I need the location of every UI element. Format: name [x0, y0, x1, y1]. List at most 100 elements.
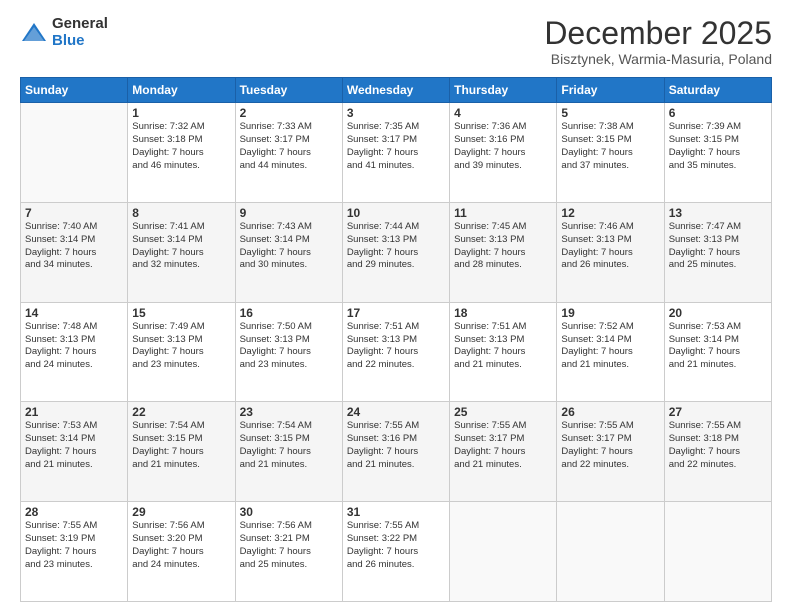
day-info: Sunrise: 7:36 AMSunset: 3:16 PMDaylight:…	[454, 121, 552, 172]
day-number: 14	[25, 306, 123, 320]
calendar-cell: 21Sunrise: 7:53 AMSunset: 3:14 PMDayligh…	[21, 402, 128, 502]
calendar-cell: 15Sunrise: 7:49 AMSunset: 3:13 PMDayligh…	[128, 302, 235, 402]
day-number: 18	[454, 306, 552, 320]
week-row: 7Sunrise: 7:40 AMSunset: 3:14 PMDaylight…	[21, 202, 772, 302]
calendar-cell: 7Sunrise: 7:40 AMSunset: 3:14 PMDaylight…	[21, 202, 128, 302]
day-number: 22	[132, 405, 230, 419]
day-info: Sunrise: 7:41 AMSunset: 3:14 PMDaylight:…	[132, 221, 230, 272]
calendar-cell: 11Sunrise: 7:45 AMSunset: 3:13 PMDayligh…	[450, 202, 557, 302]
calendar-cell: 9Sunrise: 7:43 AMSunset: 3:14 PMDaylight…	[235, 202, 342, 302]
calendar-cell: 6Sunrise: 7:39 AMSunset: 3:15 PMDaylight…	[664, 103, 771, 203]
header-cell-wednesday: Wednesday	[342, 78, 449, 103]
day-number: 25	[454, 405, 552, 419]
header-cell-saturday: Saturday	[664, 78, 771, 103]
day-info: Sunrise: 7:53 AMSunset: 3:14 PMDaylight:…	[25, 420, 123, 471]
day-number: 17	[347, 306, 445, 320]
day-info: Sunrise: 7:39 AMSunset: 3:15 PMDaylight:…	[669, 121, 767, 172]
calendar-cell: 23Sunrise: 7:54 AMSunset: 3:15 PMDayligh…	[235, 402, 342, 502]
day-number: 21	[25, 405, 123, 419]
day-info: Sunrise: 7:56 AMSunset: 3:21 PMDaylight:…	[240, 520, 338, 571]
calendar-cell: 19Sunrise: 7:52 AMSunset: 3:14 PMDayligh…	[557, 302, 664, 402]
day-info: Sunrise: 7:35 AMSunset: 3:17 PMDaylight:…	[347, 121, 445, 172]
calendar-cell: 3Sunrise: 7:35 AMSunset: 3:17 PMDaylight…	[342, 103, 449, 203]
day-info: Sunrise: 7:43 AMSunset: 3:14 PMDaylight:…	[240, 221, 338, 272]
subtitle: Bisztynek, Warmia-Masuria, Poland	[544, 51, 772, 67]
day-info: Sunrise: 7:33 AMSunset: 3:17 PMDaylight:…	[240, 121, 338, 172]
day-info: Sunrise: 7:55 AMSunset: 3:17 PMDaylight:…	[454, 420, 552, 471]
calendar-cell: 25Sunrise: 7:55 AMSunset: 3:17 PMDayligh…	[450, 402, 557, 502]
day-info: Sunrise: 7:45 AMSunset: 3:13 PMDaylight:…	[454, 221, 552, 272]
day-number: 11	[454, 206, 552, 220]
logo: General Blue	[20, 16, 108, 49]
day-info: Sunrise: 7:55 AMSunset: 3:18 PMDaylight:…	[669, 420, 767, 471]
calendar-cell: 1Sunrise: 7:32 AMSunset: 3:18 PMDaylight…	[128, 103, 235, 203]
day-info: Sunrise: 7:54 AMSunset: 3:15 PMDaylight:…	[240, 420, 338, 471]
calendar-cell: 13Sunrise: 7:47 AMSunset: 3:13 PMDayligh…	[664, 202, 771, 302]
title-block: December 2025 Bisztynek, Warmia-Masuria,…	[544, 16, 772, 67]
logo-general-text: General	[52, 16, 108, 33]
day-info: Sunrise: 7:55 AMSunset: 3:17 PMDaylight:…	[561, 420, 659, 471]
day-number: 9	[240, 206, 338, 220]
day-info: Sunrise: 7:32 AMSunset: 3:18 PMDaylight:…	[132, 121, 230, 172]
calendar-cell: 17Sunrise: 7:51 AMSunset: 3:13 PMDayligh…	[342, 302, 449, 402]
calendar-cell: 26Sunrise: 7:55 AMSunset: 3:17 PMDayligh…	[557, 402, 664, 502]
calendar-cell: 20Sunrise: 7:53 AMSunset: 3:14 PMDayligh…	[664, 302, 771, 402]
day-number: 7	[25, 206, 123, 220]
calendar-cell: 30Sunrise: 7:56 AMSunset: 3:21 PMDayligh…	[235, 502, 342, 602]
day-number: 28	[25, 505, 123, 519]
day-number: 31	[347, 505, 445, 519]
header-row: SundayMondayTuesdayWednesdayThursdayFrid…	[21, 78, 772, 103]
day-info: Sunrise: 7:53 AMSunset: 3:14 PMDaylight:…	[669, 321, 767, 372]
logo-blue-text: Blue	[52, 33, 108, 50]
day-number: 3	[347, 106, 445, 120]
day-number: 24	[347, 405, 445, 419]
calendar-cell: 28Sunrise: 7:55 AMSunset: 3:19 PMDayligh…	[21, 502, 128, 602]
day-info: Sunrise: 7:46 AMSunset: 3:13 PMDaylight:…	[561, 221, 659, 272]
header-cell-friday: Friday	[557, 78, 664, 103]
calendar-cell: 4Sunrise: 7:36 AMSunset: 3:16 PMDaylight…	[450, 103, 557, 203]
calendar-cell: 14Sunrise: 7:48 AMSunset: 3:13 PMDayligh…	[21, 302, 128, 402]
week-row: 21Sunrise: 7:53 AMSunset: 3:14 PMDayligh…	[21, 402, 772, 502]
day-number: 27	[669, 405, 767, 419]
calendar-cell: 5Sunrise: 7:38 AMSunset: 3:15 PMDaylight…	[557, 103, 664, 203]
day-number: 30	[240, 505, 338, 519]
day-info: Sunrise: 7:51 AMSunset: 3:13 PMDaylight:…	[347, 321, 445, 372]
header-cell-tuesday: Tuesday	[235, 78, 342, 103]
header: General Blue December 2025 Bisztynek, Wa…	[20, 16, 772, 67]
calendar-cell: 16Sunrise: 7:50 AMSunset: 3:13 PMDayligh…	[235, 302, 342, 402]
week-row: 1Sunrise: 7:32 AMSunset: 3:18 PMDaylight…	[21, 103, 772, 203]
day-info: Sunrise: 7:47 AMSunset: 3:13 PMDaylight:…	[669, 221, 767, 272]
calendar-cell: 2Sunrise: 7:33 AMSunset: 3:17 PMDaylight…	[235, 103, 342, 203]
calendar-cell: 27Sunrise: 7:55 AMSunset: 3:18 PMDayligh…	[664, 402, 771, 502]
main-title: December 2025	[544, 16, 772, 51]
header-cell-monday: Monday	[128, 78, 235, 103]
calendar-header: SundayMondayTuesdayWednesdayThursdayFrid…	[21, 78, 772, 103]
day-number: 8	[132, 206, 230, 220]
calendar-cell	[450, 502, 557, 602]
day-number: 15	[132, 306, 230, 320]
day-number: 2	[240, 106, 338, 120]
day-number: 16	[240, 306, 338, 320]
calendar-cell: 24Sunrise: 7:55 AMSunset: 3:16 PMDayligh…	[342, 402, 449, 502]
logo-text: General Blue	[52, 16, 108, 49]
day-info: Sunrise: 7:52 AMSunset: 3:14 PMDaylight:…	[561, 321, 659, 372]
day-info: Sunrise: 7:54 AMSunset: 3:15 PMDaylight:…	[132, 420, 230, 471]
calendar-cell: 29Sunrise: 7:56 AMSunset: 3:20 PMDayligh…	[128, 502, 235, 602]
calendar-cell: 12Sunrise: 7:46 AMSunset: 3:13 PMDayligh…	[557, 202, 664, 302]
header-cell-thursday: Thursday	[450, 78, 557, 103]
week-row: 14Sunrise: 7:48 AMSunset: 3:13 PMDayligh…	[21, 302, 772, 402]
day-number: 10	[347, 206, 445, 220]
calendar-cell: 18Sunrise: 7:51 AMSunset: 3:13 PMDayligh…	[450, 302, 557, 402]
calendar-body: 1Sunrise: 7:32 AMSunset: 3:18 PMDaylight…	[21, 103, 772, 602]
day-number: 12	[561, 206, 659, 220]
day-info: Sunrise: 7:56 AMSunset: 3:20 PMDaylight:…	[132, 520, 230, 571]
calendar-cell	[557, 502, 664, 602]
day-number: 13	[669, 206, 767, 220]
calendar-cell: 22Sunrise: 7:54 AMSunset: 3:15 PMDayligh…	[128, 402, 235, 502]
day-number: 20	[669, 306, 767, 320]
day-number: 5	[561, 106, 659, 120]
page: General Blue December 2025 Bisztynek, Wa…	[0, 0, 792, 612]
logo-icon	[20, 19, 48, 47]
header-cell-sunday: Sunday	[21, 78, 128, 103]
calendar-cell: 31Sunrise: 7:55 AMSunset: 3:22 PMDayligh…	[342, 502, 449, 602]
